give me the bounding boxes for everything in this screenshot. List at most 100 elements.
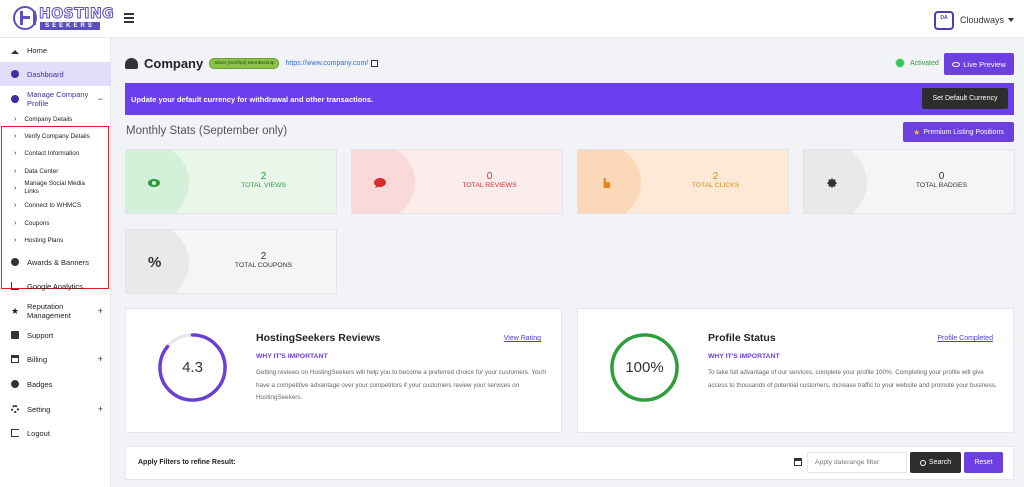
star-icon: ★ [913, 127, 921, 137]
stat-label: TOTAL VIEWS [241, 182, 286, 189]
subitem-verify-company-details[interactable]: › Verify Company Details [0, 131, 108, 141]
sidebar-item-reputation-management[interactable]: ★ Reputation Management + [0, 302, 111, 320]
reviews-title: HostingSeekers Reviews [256, 332, 381, 344]
chevron-right-icon: › [14, 184, 17, 192]
stat-card-badges: 0 TOTAL BADGES [803, 149, 1015, 214]
stat-card-clicks: 2 TOTAL CLICKS [577, 149, 789, 214]
user-avatar: DA [933, 10, 954, 30]
percent-icon: % [148, 254, 162, 271]
eye-icon [148, 179, 160, 187]
status-badge: Activated [896, 59, 939, 67]
caret-down-icon [1008, 18, 1014, 22]
view-rating-link[interactable]: View Rating [504, 335, 541, 342]
page-title: Company [144, 55, 204, 71]
expand-toggle[interactable]: + [98, 306, 103, 316]
live-preview-label: Live Preview [963, 59, 1006, 69]
monthly-stats-title: Monthly Stats (September only) [126, 125, 288, 137]
status-text: Activated [910, 59, 939, 67]
chevron-right-icon: › [14, 115, 17, 123]
daterange-input[interactable] [807, 452, 907, 473]
user-menu[interactable]: DA Cloudways [933, 9, 1014, 31]
sidebar-item-label: Dashboard [27, 69, 64, 79]
hamburger-menu-icon[interactable] [124, 13, 134, 23]
sidebar-item-logout[interactable]: Logout [0, 426, 111, 440]
badge-icon [827, 178, 837, 188]
company-url-link[interactable]: https://www.company.com/ [285, 60, 368, 67]
sidebar-item-label: Manage Company Profile [27, 90, 89, 108]
chevron-right-icon: › [14, 201, 17, 209]
sidebar-item-label: Badges [27, 379, 53, 389]
subitem-contact-information[interactable]: › Contact Information [0, 148, 108, 158]
award-icon [11, 258, 19, 266]
subitem-label: Contact Information [24, 149, 80, 157]
reset-button[interactable]: Reset [964, 452, 1003, 473]
sidebar-item-home[interactable]: Home [0, 43, 111, 57]
gears-icon [11, 405, 19, 413]
stat-card-reviews: 0 TOTAL REVIEWS [351, 149, 563, 214]
chevron-right-icon: › [14, 132, 17, 140]
collapse-toggle[interactable]: − [98, 94, 103, 104]
set-default-currency-button[interactable]: Set Default Currency [922, 88, 1008, 109]
subitem-label: Company Details [24, 115, 73, 123]
sidebar-item-dashboard[interactable]: Dashboard [0, 62, 111, 86]
filter-bar: Apply Filters to refine Result: Search R… [125, 446, 1014, 480]
main-content: Company Silver (Verified) Membership htt… [111, 38, 1024, 487]
stat-label: TOTAL COUPONS [234, 262, 293, 269]
sidebar-item-manage-company-profile[interactable]: Manage Company Profile − [0, 90, 111, 108]
premium-listing-button[interactable]: ★ Premium Listing Positions [903, 122, 1014, 142]
sidebar-item-label: Home [27, 45, 48, 55]
user-name: Cloudways [959, 15, 1004, 25]
live-preview-button[interactable]: Live Preview [944, 53, 1014, 75]
subitem-data-center[interactable]: › Data Center [0, 166, 108, 176]
logo-wordmark: HOSTING [38, 6, 115, 23]
search-button[interactable]: Search [910, 452, 961, 473]
subitem-label: Data Center [24, 167, 59, 175]
stat-label: TOTAL REVIEWS [462, 182, 517, 189]
profile-description: To take full advantage of our services, … [708, 369, 997, 389]
subitem-hosting-plans[interactable]: › Hosting Plans [0, 235, 108, 245]
subitem-company-details[interactable]: › Company Details [0, 114, 108, 124]
stat-value: 0 [486, 171, 493, 182]
sidebar-item-setting[interactable]: Setting + [0, 402, 111, 416]
stat-card-coupons: % 2 TOTAL COUPONS [125, 229, 337, 294]
calendar-icon[interactable] [794, 458, 802, 466]
subitem-label: Verify Company Details [24, 132, 90, 140]
billing-icon [11, 355, 19, 363]
expand-toggle[interactable]: + [98, 354, 103, 364]
sidebar-item-badges[interactable]: Badges [0, 377, 111, 391]
stat-label: TOTAL CLICKS [691, 182, 740, 189]
profile-status-panel: 100% Profile Status Profile Completed WH… [577, 308, 1014, 433]
profile-status-title: Profile Status [708, 332, 776, 344]
filter-label: Apply Filters to refine Result: [138, 459, 236, 466]
comment-icon [374, 178, 386, 188]
profile-completed-link[interactable]: Profile Completed [937, 335, 993, 342]
sidebar: Home Dashboard Manage Company Profile − … [0, 38, 111, 487]
sidebar-item-billing[interactable]: Billing + [0, 352, 111, 366]
reviews-description: Getting reviews on HostingSeekers will h… [256, 369, 546, 401]
sidebar-item-label: Google Analytics [27, 281, 83, 291]
sidebar-item-google-analytics[interactable]: Google Analytics [0, 279, 111, 293]
chevron-right-icon: › [14, 219, 17, 227]
expand-toggle[interactable]: + [98, 404, 103, 414]
stat-value: 2 [260, 251, 267, 262]
subitem-label: Hosting Plans [24, 236, 64, 244]
sidebar-item-support[interactable]: Support [0, 328, 111, 342]
subitem-manage-social-media-links[interactable]: › Manage Social Media Links [0, 180, 108, 196]
dashboard-icon [11, 70, 19, 78]
hostingseekers-logo[interactable]: HOSTING SEEKERS [13, 6, 114, 32]
subitem-label: Manage Social Media Links [24, 180, 85, 195]
company-header: Company Silver (Verified) Membership htt… [125, 54, 379, 72]
info-icon [11, 95, 19, 103]
external-link-icon[interactable] [371, 59, 379, 67]
subitem-coupons[interactable]: › Coupons [0, 218, 108, 228]
sidebar-item-label: Setting [27, 404, 51, 414]
search-label: Search [928, 459, 952, 466]
sidebar-item-label: Support [27, 330, 54, 340]
profile-percent: 100% [625, 359, 664, 376]
support-icon [11, 331, 19, 339]
logout-icon [11, 429, 19, 437]
sidebar-item-awards-banners[interactable]: Awards & Banners [0, 255, 111, 269]
subitem-connect-to-whmcs[interactable]: › Connect to WHMCS [0, 200, 108, 210]
premium-listing-label: Premium Listing Positions [923, 128, 1004, 136]
reviews-panel: 4.3 HostingSeekers Reviews View Rating W… [125, 308, 562, 433]
